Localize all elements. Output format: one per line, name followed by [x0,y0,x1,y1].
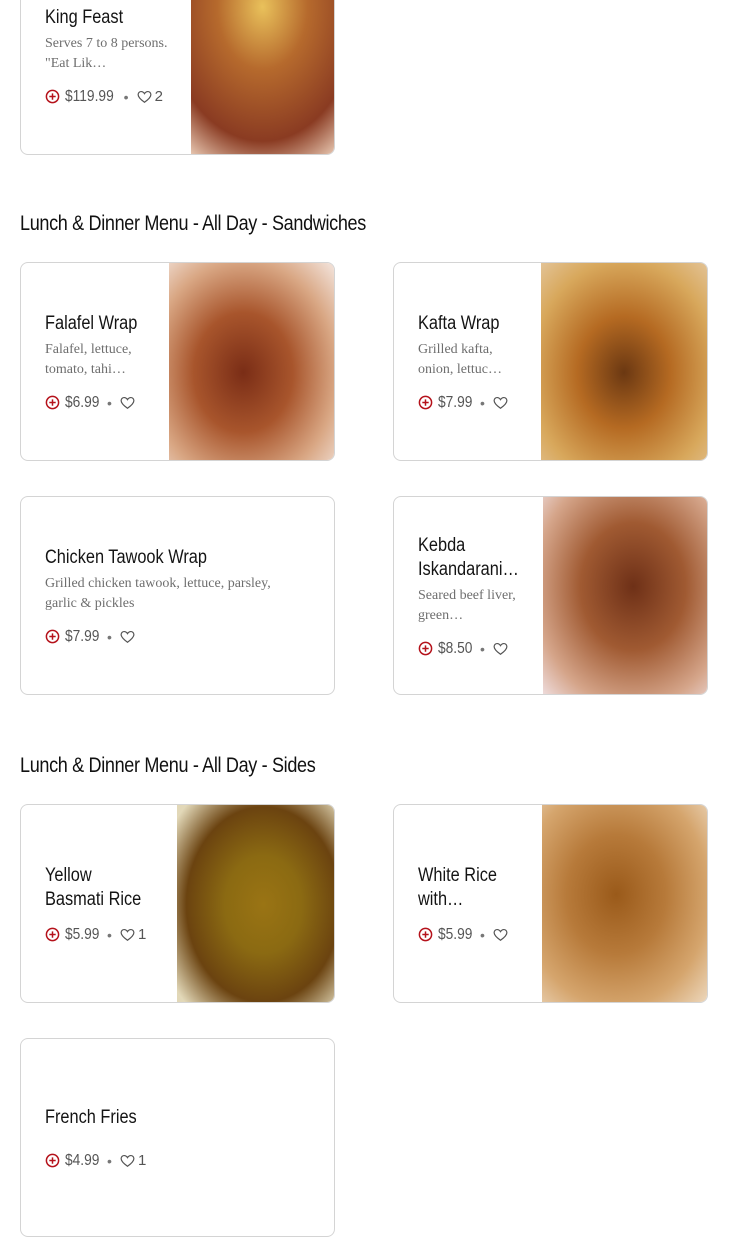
plus-circle-icon[interactable] [418,641,433,656]
heart-icon[interactable] [493,928,508,942]
item-price: $4.99 [65,1151,100,1169]
item-price: $119.99 [65,87,114,105]
separator-dot: • [107,628,112,645]
item-meta: $8.50 • [418,640,522,658]
plus-circle-icon[interactable] [418,395,433,410]
heart-icon[interactable] [120,630,135,644]
item-meta: $7.99 • [45,628,305,646]
plus-circle-icon[interactable] [45,395,60,410]
item-meta: $7.99 • [418,394,528,412]
separator-dot: • [480,640,485,657]
menu-item-chicken-tawook-wrap[interactable]: Chicken Tawook Wrap Grilled chicken tawo… [20,496,335,695]
like-count: 1 [137,1152,147,1169]
item-name: King Feast [45,6,124,28]
section-title-sides: Lunch & Dinner Menu - All Day - Sides [20,754,316,777]
item-name: Falafel Wrap [45,312,138,334]
menu-item-king-feast[interactable]: King Feast Serves 7 to 8 persons. "Eat L… [20,0,335,155]
item-photo [543,497,707,694]
heart-icon[interactable] [493,396,508,410]
section-title-sandwiches: Lunch & Dinner Menu - All Day - Sandwich… [20,212,366,235]
plus-circle-icon[interactable] [45,927,60,942]
item-price: $6.99 [65,393,100,411]
item-description: Seared beef liver, green… [418,587,516,623]
separator-dot: • [107,1152,112,1169]
heart-icon[interactable] [120,1154,135,1168]
plus-circle-icon[interactable] [418,927,433,942]
item-name-line-2: Iskandarani… [418,558,519,580]
item-price: $8.50 [438,639,473,657]
heart-icon[interactable] [120,928,135,942]
menu-item-french-fries[interactable]: French Fries $4.99 • 1 [20,1038,335,1237]
item-photo [541,263,707,460]
item-meta: $4.99 • 1 [45,1152,305,1170]
item-photo [191,0,334,154]
item-description: Grilled kafta, onion, lettuc… [418,341,502,377]
item-meta: $119.99 • 2 [45,88,175,106]
plus-circle-icon[interactable] [45,89,60,104]
menu-item-yellow-basmati-rice[interactable]: Yellow Basmati Rice $5.99 • 1 [20,804,335,1003]
menu-item-white-rice[interactable]: White Rice with… $5.99 • [393,804,708,1003]
separator-dot: • [480,394,485,411]
item-photo [542,805,707,1002]
plus-circle-icon[interactable] [45,1153,60,1168]
item-description: Serves 7 to 8 persons. "Eat Lik… [45,35,168,71]
separator-dot: • [123,88,129,105]
item-name-line-1: Kebda [418,534,466,556]
like-count: 1 [137,926,147,943]
heart-icon[interactable] [137,90,152,104]
heart-icon[interactable] [120,396,135,410]
menu-item-kafta-wrap[interactable]: Kafta Wrap Grilled kafta, onion, lettuc…… [393,262,708,461]
menu-item-falafel-wrap[interactable]: Falafel Wrap Falafel, lettuce, tomato, t… [20,262,335,461]
separator-dot: • [107,394,112,411]
plus-circle-icon[interactable] [45,629,60,644]
item-name-line-2: Basmati Rice [45,888,142,910]
separator-dot: • [107,926,112,943]
item-meta: $6.99 • [45,394,155,412]
item-name: Chicken Tawook Wrap [45,546,207,568]
item-price: $5.99 [65,925,100,943]
item-description: Falafel, lettuce, tomato, tahi… [45,341,132,377]
item-name-line-2: with… [418,888,464,910]
item-price: $7.99 [65,627,100,645]
heart-icon[interactable] [493,642,508,656]
item-meta: $5.99 • [418,926,528,944]
item-name: French Fries [45,1106,137,1128]
item-price: $7.99 [438,393,473,411]
item-name-line-1: White Rice [418,864,497,886]
separator-dot: • [480,926,485,943]
item-photo [177,805,334,1002]
item-name: Kafta Wrap [418,312,500,334]
like-count: 2 [154,88,163,105]
item-meta: $5.99 • 1 [45,926,165,944]
menu-item-kebda-iskandarani[interactable]: Kebda Iskandarani… Seared beef liver, gr… [393,496,708,695]
item-price: $5.99 [438,925,473,943]
item-name-line-1: Yellow [45,864,92,886]
item-photo [169,263,334,460]
item-description: Grilled chicken tawook, lettuce, parsley… [45,575,271,611]
